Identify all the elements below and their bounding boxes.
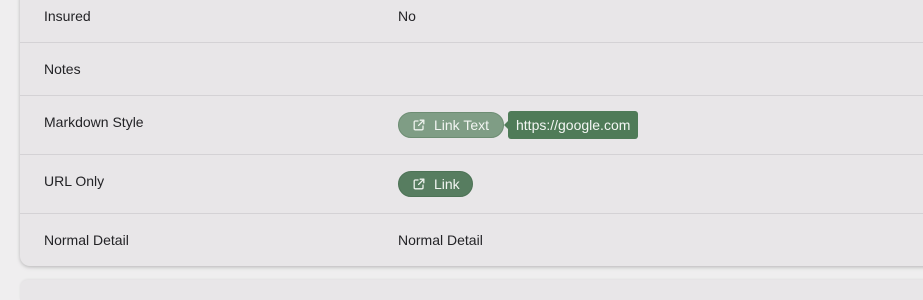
detail-label: URL Only [44, 173, 105, 189]
url-link-button[interactable]: Link [398, 171, 473, 197]
detail-row-url-only: URL Only Link [20, 155, 923, 214]
external-link-icon [413, 178, 425, 190]
tooltip-arrow [504, 121, 508, 129]
markdown-link-button[interactable]: Link Text [398, 112, 504, 138]
detail-label: Notes [44, 61, 81, 77]
detail-label: Normal Detail [44, 232, 129, 248]
detail-label: Insured [44, 8, 91, 24]
tooltip-text: https://google.com [516, 117, 631, 133]
detail-row-markdown-style: Markdown Style Link Text https://google.… [20, 96, 923, 155]
next-card [20, 280, 923, 300]
detail-value: No [398, 8, 416, 24]
detail-label: Markdown Style [44, 114, 144, 130]
detail-row-normal-detail: Normal Detail Normal Detail [20, 214, 923, 266]
detail-row-notes: Notes [20, 43, 923, 96]
external-link-icon [413, 119, 425, 131]
url-tooltip: https://google.com [504, 111, 639, 139]
link-label: Link [434, 176, 460, 192]
link-label: Link Text [434, 117, 489, 133]
detail-row-insured: Insured No [20, 0, 923, 43]
details-card: Insured No Notes Markdown Style Link Tex… [20, 0, 923, 266]
detail-value: Normal Detail [398, 232, 483, 248]
